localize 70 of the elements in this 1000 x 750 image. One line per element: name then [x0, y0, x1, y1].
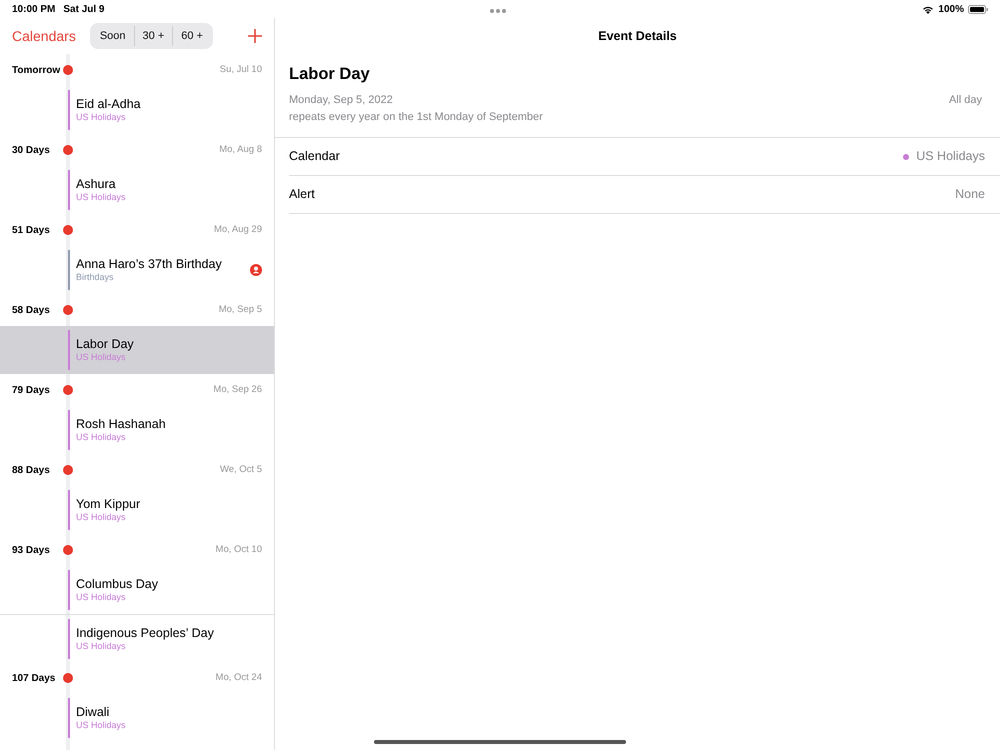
day-count-label: Tomorrow — [12, 64, 62, 78]
day-count-label: 93 Days — [12, 544, 51, 558]
event-title: Eid al-Adha — [76, 97, 141, 112]
segment-tab[interactable]: 30 + — [134, 26, 172, 46]
day-count-label: 30 Days — [12, 144, 51, 158]
row-value: US Holidays — [916, 148, 985, 166]
day-count-label: 79 Days — [12, 384, 51, 398]
date-label: Mo, Aug 8 — [219, 142, 262, 157]
timeline-dot — [63, 65, 73, 75]
calendar-name: US Holidays — [76, 192, 126, 203]
event-row[interactable]: Eid al-Adha US Holidays — [0, 86, 274, 134]
date-label: Mo, Aug 29 — [214, 222, 262, 237]
event-title: Ashura — [76, 177, 117, 192]
timeline-dot — [63, 545, 73, 555]
battery-icon — [968, 4, 988, 14]
wifi-icon — [922, 4, 934, 14]
date-label: We, Oct 5 — [220, 462, 262, 477]
day-count-label: 107 Days — [12, 672, 56, 686]
calendar-name: US Holidays — [76, 512, 127, 523]
event-title: Rosh Hashanah — [76, 417, 166, 432]
status-time: 10:00 PM — [12, 2, 56, 16]
segment-tab[interactable]: 60 + — [172, 26, 211, 46]
timeline-dot — [63, 225, 73, 235]
event-title: Yom Kippur — [76, 497, 140, 512]
all-day-label: All day — [948, 93, 982, 108]
event-row[interactable]: Ashura US Holidays — [0, 166, 274, 214]
calendar-name: Birthdays — [76, 272, 115, 283]
battery-percent: 100% — [938, 2, 964, 16]
timeline-dot — [63, 145, 73, 155]
event-row[interactable]: Columbus Day US Holidays — [0, 566, 274, 614]
event-row[interactable]: Anna Haro’s 37th Birthday Birthdays — [0, 246, 274, 294]
event-row[interactable]: Yom Kippur US Holidays — [0, 486, 274, 534]
event-title: Diwali — [76, 705, 110, 720]
event-title: Anna Haro’s 37th Birthday — [76, 257, 222, 272]
timeline-dot — [63, 305, 73, 315]
add-icon[interactable] — [248, 29, 262, 43]
calendar-name: US Holidays — [76, 112, 127, 123]
repeat-text: repeats every year on the 1st Monday of September — [289, 110, 543, 122]
event-title: Labor Day — [76, 337, 134, 352]
timeline-dot — [63, 385, 73, 395]
event-row[interactable]: Diwali US Holidays — [0, 694, 274, 742]
calendars-link[interactable]: Calendars — [12, 26, 76, 46]
day-count-label: 58 Days — [12, 304, 51, 318]
date-label: Su, Jul 10 — [220, 62, 262, 77]
event-row[interactable]: Indigenous Peoples’ Day US Holidays — [0, 614, 274, 662]
calendar-name: US Holidays — [76, 592, 127, 603]
day-count-label: 51 Days — [12, 224, 51, 238]
event-row[interactable]: Rosh Hashanah US Holidays — [0, 406, 274, 454]
timeline-dot — [63, 673, 73, 683]
event-date: Monday, Sep 5, 2022 — [289, 93, 393, 108]
segment-tab[interactable]: Soon — [92, 26, 134, 46]
event-title: Columbus Day — [76, 577, 158, 592]
row-label: Alert — [289, 186, 315, 204]
calendar-name: US Holidays — [76, 641, 127, 652]
date-label: Mo, Oct 24 — [216, 670, 262, 685]
event-title: Labor Day — [289, 65, 370, 83]
day-count-label: 88 Days — [12, 464, 51, 478]
row-value: None — [955, 186, 985, 204]
date-label: Mo, Sep 26 — [213, 382, 262, 397]
timeline-dot — [63, 465, 73, 475]
calendar-name: US Holidays — [76, 432, 127, 443]
calendar-name: US Holidays — [76, 720, 126, 731]
event-row[interactable]: Labor Day US Holidays — [0, 326, 274, 374]
date-label: Mo, Oct 10 — [216, 542, 262, 557]
row-label: Calendar — [289, 148, 340, 166]
calendar-name: US Holidays — [76, 352, 127, 363]
nav-title: Event Details — [598, 28, 677, 45]
event-title: Indigenous Peoples’ Day — [76, 626, 214, 641]
status-date: Sat Jul 9 — [63, 2, 104, 16]
date-label: Mo, Sep 5 — [218, 302, 262, 317]
